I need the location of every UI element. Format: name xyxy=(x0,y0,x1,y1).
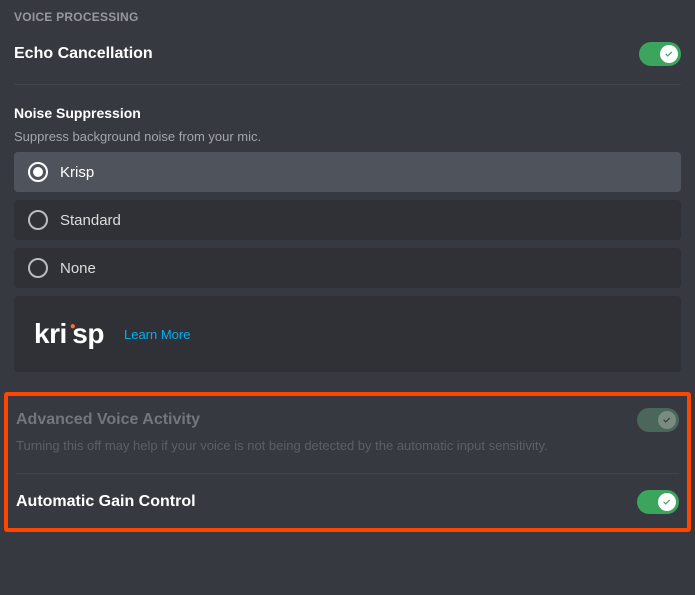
radio-icon xyxy=(28,258,48,278)
automatic-gain-toggle[interactable] xyxy=(637,490,679,514)
krisp-info-box: kri●sp Learn More xyxy=(14,296,681,372)
divider xyxy=(16,473,679,474)
check-icon xyxy=(663,48,675,60)
echo-cancellation-row: Echo Cancellation xyxy=(14,42,681,66)
radio-label-standard: Standard xyxy=(60,212,121,229)
radio-icon xyxy=(28,210,48,230)
advanced-voice-description: Turning this off may help if your voice … xyxy=(16,438,679,453)
krisp-logo: kri●sp xyxy=(34,318,104,350)
learn-more-link[interactable]: Learn More xyxy=(124,327,190,342)
advanced-voice-row: Advanced Voice Activity xyxy=(16,408,679,432)
radio-option-none[interactable]: None xyxy=(14,248,681,288)
section-header: VOICE PROCESSING xyxy=(14,10,681,24)
automatic-gain-row: Automatic Gain Control xyxy=(16,490,679,514)
toggle-thumb xyxy=(660,45,678,63)
radio-label-krisp: Krisp xyxy=(60,164,94,181)
noise-suppression-title: Noise Suppression xyxy=(14,105,681,121)
echo-cancellation-toggle[interactable] xyxy=(639,42,681,66)
check-icon xyxy=(661,496,673,508)
toggle-thumb xyxy=(658,411,676,429)
highlight-annotation: Advanced Voice Activity Turning this off… xyxy=(4,392,691,532)
radio-icon xyxy=(28,162,48,182)
echo-cancellation-title: Echo Cancellation xyxy=(14,45,153,63)
radio-option-krisp[interactable]: Krisp xyxy=(14,152,681,192)
radio-label-none: None xyxy=(60,260,96,277)
advanced-voice-title: Advanced Voice Activity xyxy=(16,411,200,429)
check-icon xyxy=(661,414,673,426)
advanced-voice-toggle[interactable] xyxy=(637,408,679,432)
toggle-thumb xyxy=(658,493,676,511)
noise-suppression-description: Suppress background noise from your mic. xyxy=(14,129,681,144)
radio-option-standard[interactable]: Standard xyxy=(14,200,681,240)
automatic-gain-title: Automatic Gain Control xyxy=(16,493,196,511)
divider xyxy=(14,84,681,85)
radio-dot-icon xyxy=(33,167,43,177)
